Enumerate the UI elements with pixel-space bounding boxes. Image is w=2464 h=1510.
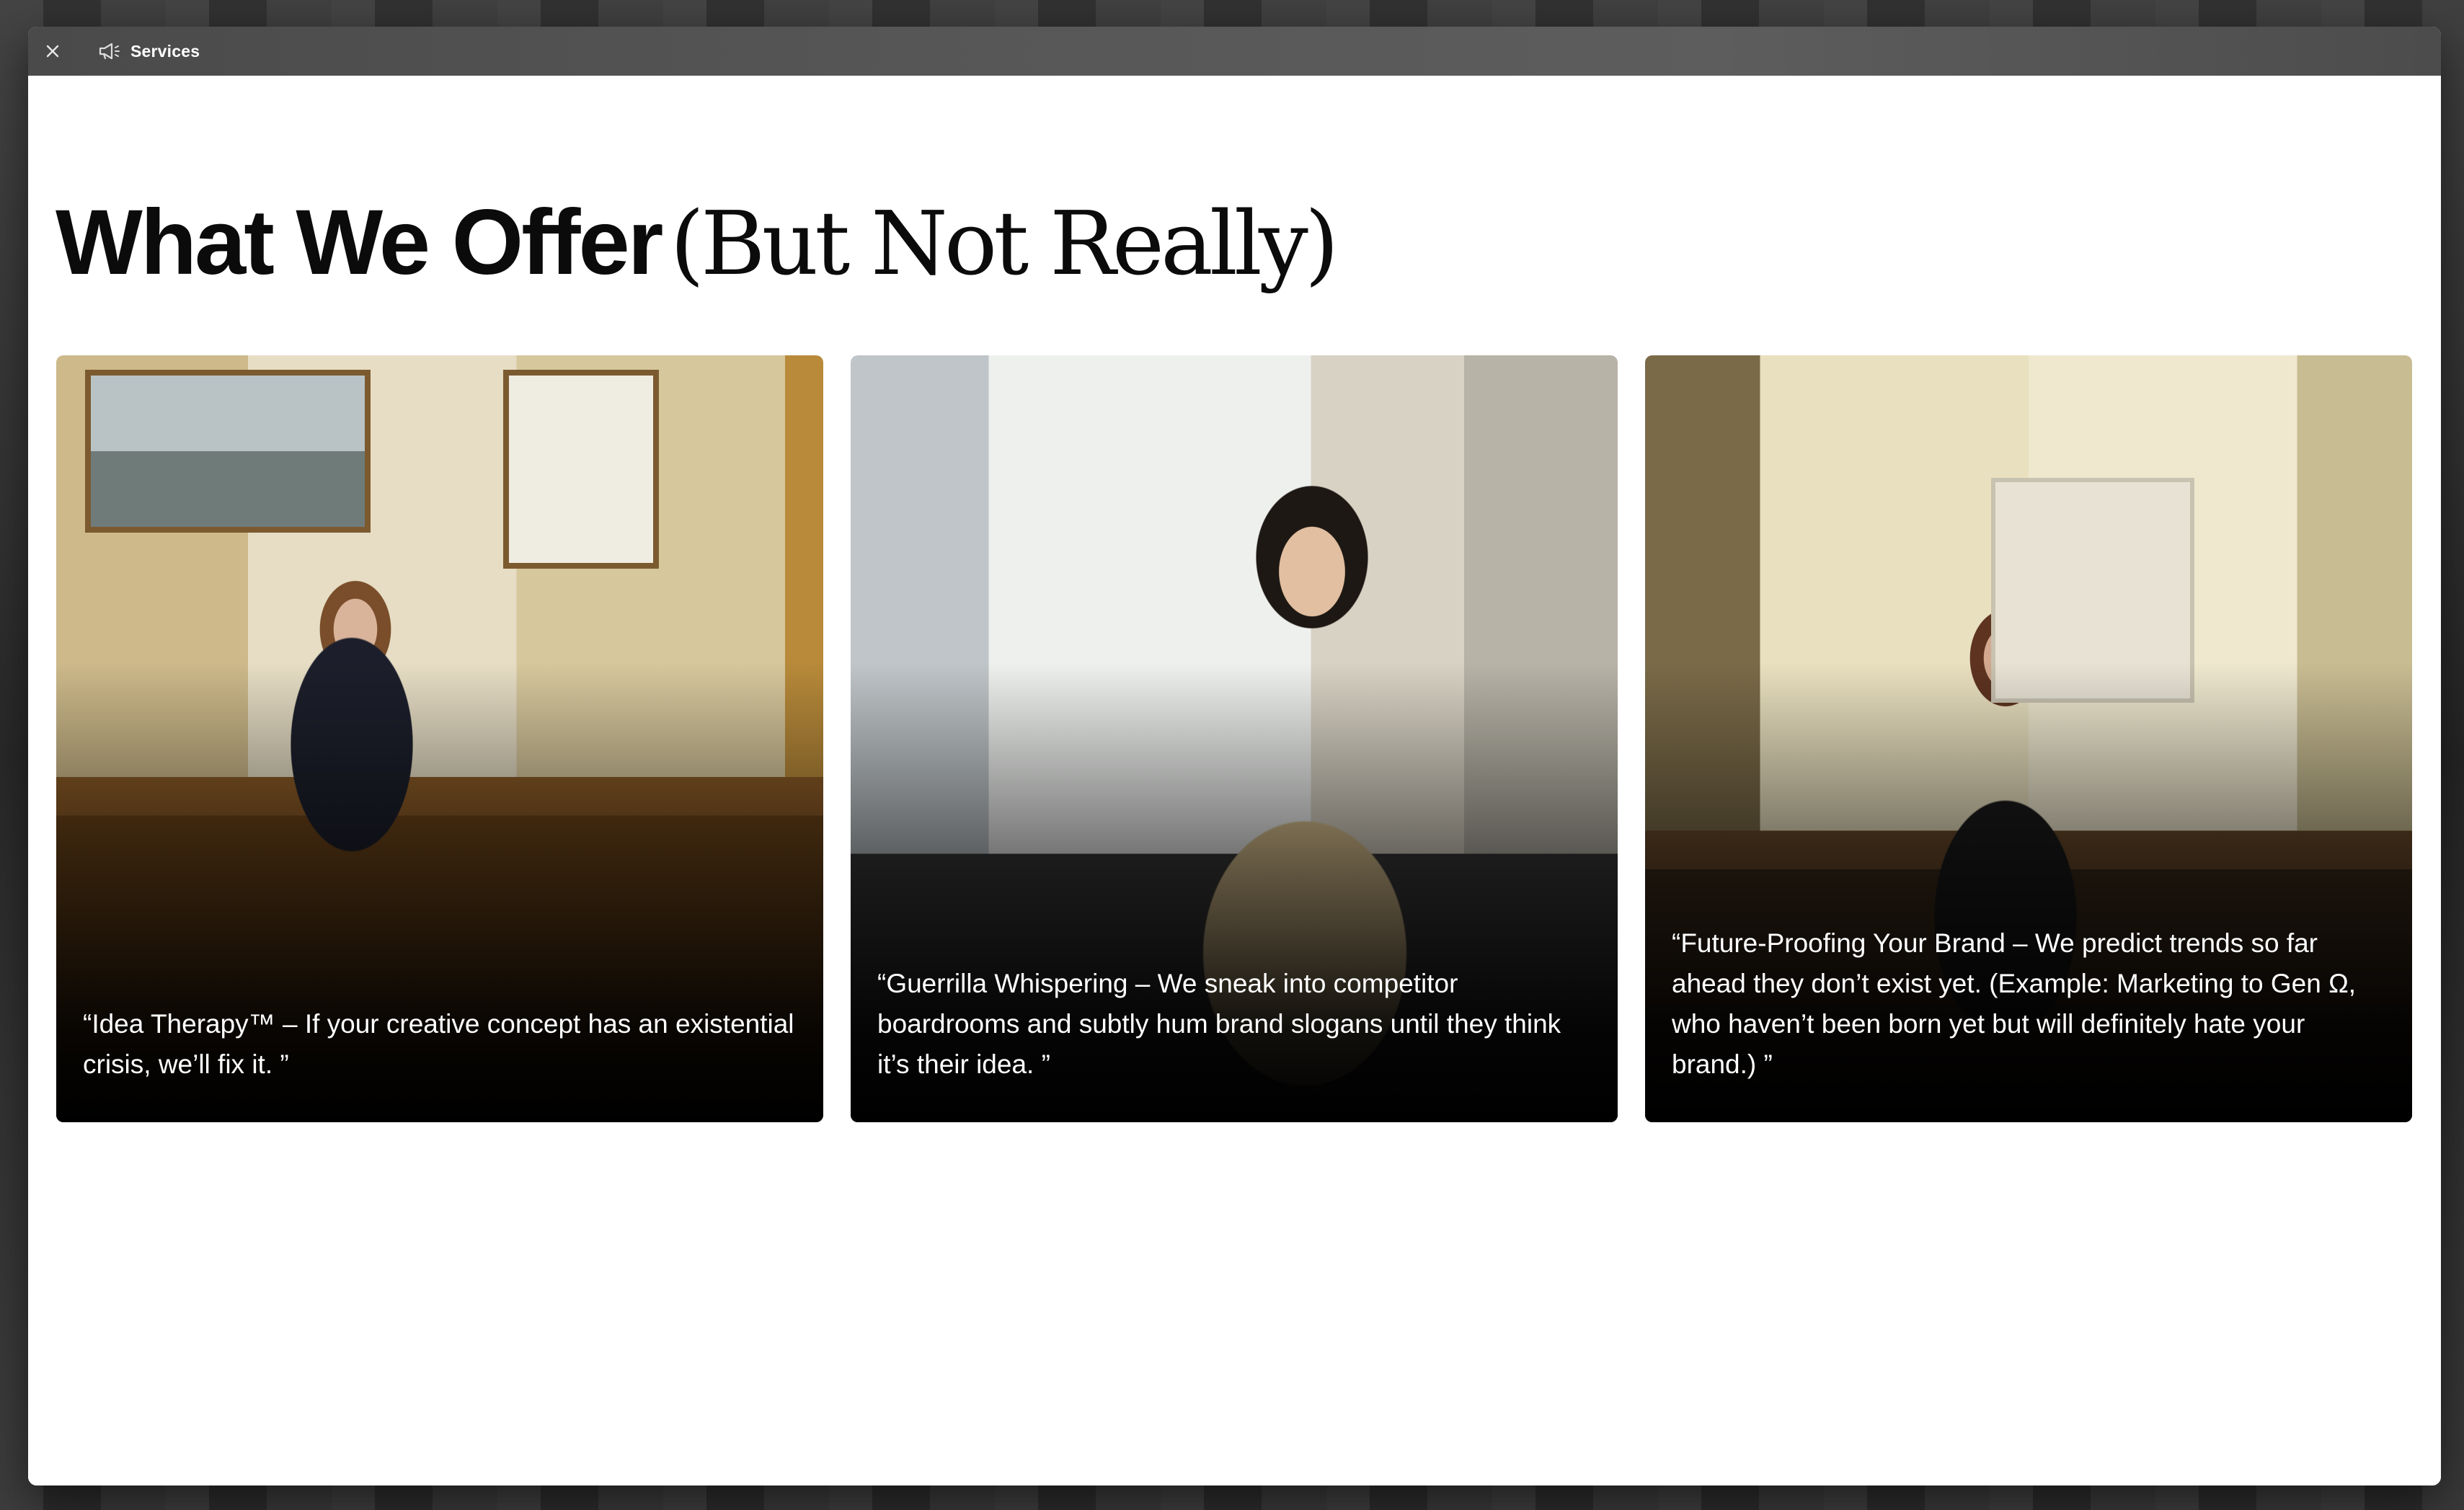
service-description: “Guerrilla Whispering – We sneak into co… (877, 969, 1561, 1079)
service-description: “Future-Proofing Your Brand – We predict… (1672, 928, 2357, 1079)
page-title-aside: (But Not Really) (670, 192, 1339, 295)
page-title-main: What We Offer (56, 191, 663, 294)
service-card[interactable]: “Guerrilla Whispering – We sneak into co… (851, 355, 1618, 1122)
close-button[interactable] (40, 38, 66, 64)
megaphone-icon (97, 41, 122, 61)
services-page: What We Offer(But Not Really) “Idea Ther… (28, 76, 2441, 1485)
close-icon (46, 45, 59, 58)
service-card[interactable]: “Future-Proofing Your Brand – We predict… (1645, 355, 2412, 1122)
service-card[interactable]: “Idea Therapy™ – If your creative concep… (56, 355, 823, 1122)
tab-label: Services (130, 41, 200, 61)
page-title: What We Offer(But Not Really) (56, 197, 1339, 289)
tab-services[interactable]: Services (97, 27, 200, 76)
service-cards: “Idea Therapy™ – If your creative concep… (56, 355, 2412, 1122)
service-description: “Idea Therapy™ – If your creative concep… (83, 1009, 794, 1079)
services-window: Services What We Offer(But Not Really) “… (28, 27, 2441, 1485)
window-titlebar: Services (28, 27, 2441, 76)
